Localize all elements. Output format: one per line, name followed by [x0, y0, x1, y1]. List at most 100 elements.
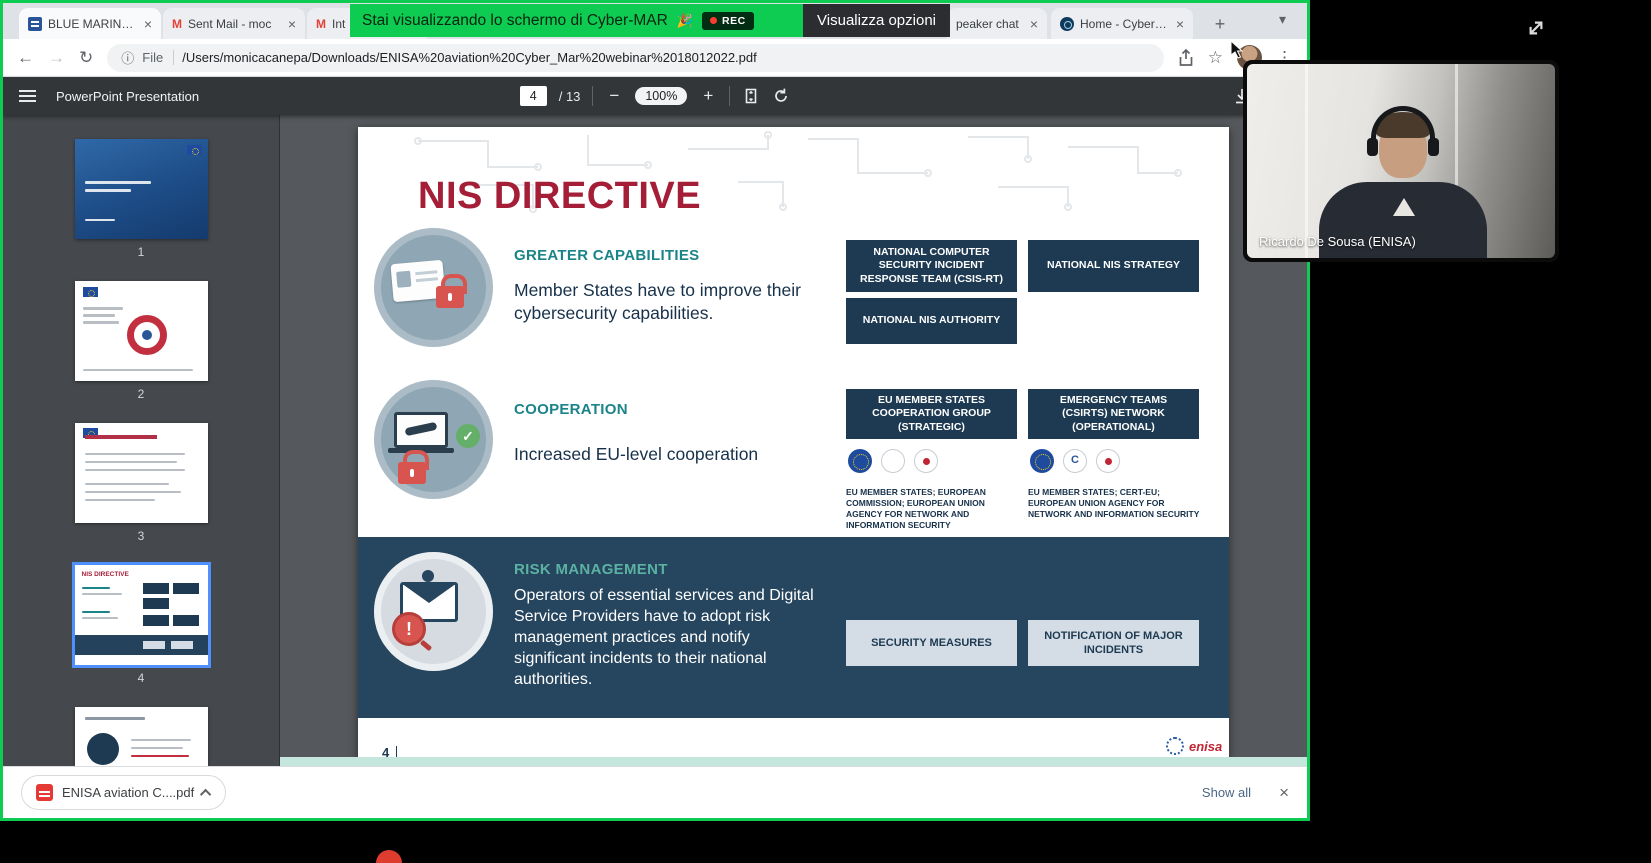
reload-button[interactable]: ↻ [79, 48, 93, 68]
id-card-lock-icon [374, 228, 493, 347]
forward-button[interactable]: → [48, 48, 65, 68]
rotate-button[interactable] [772, 87, 790, 105]
box-nis-strategy: NATIONAL NIS STRATEGY [1028, 240, 1199, 292]
browser-address-bar: ← → ↻ ⓘ File /Users/monicacanepa/Downloa… [3, 39, 1307, 77]
screen: BLUE MARINAS_ × M Sent Mail - moc × M In… [0, 0, 1651, 863]
pdf-page-viewer: NIS DIRECTIVE GREATER CAPABILITIES Membe… [280, 115, 1307, 766]
thumbnail-page-5[interactable] [75, 707, 208, 766]
thumbnail-page-2[interactable] [75, 281, 208, 381]
webcam-tile[interactable]: Ricardo De Sousa (ENISA) [1243, 60, 1559, 262]
thumbnail-number: 1 [138, 245, 145, 259]
gmail-favicon-icon: M [316, 17, 326, 31]
document-favicon-icon [28, 17, 42, 31]
eu-flag-logo [848, 449, 872, 473]
close-downloads-bar-icon[interactable]: × [1279, 783, 1289, 803]
view-options-button[interactable]: Visualizza opzioni [803, 4, 950, 37]
thumbnail-item: 2 [75, 281, 208, 401]
screen-share-banner-text: Stai visualizzando lo schermo di Cyber-M… [362, 12, 668, 30]
pdf-file-icon [36, 784, 53, 801]
tab-label: Sent Mail - moc [188, 17, 282, 31]
thumbnail-page-1[interactable] [75, 139, 208, 239]
page-info-icon[interactable]: ⓘ [121, 48, 134, 67]
chevron-up-icon[interactable] [200, 788, 211, 799]
box-nis-authority: NATIONAL NIS AUTHORITY [846, 298, 1017, 344]
headphones-icon [1371, 106, 1435, 140]
pdf-viewer-body: 1 2 [3, 115, 1307, 766]
circular-diagram-mini [127, 315, 167, 355]
viewer-scroll-strip[interactable] [280, 757, 1307, 766]
screen-share-banner: Stai visualizzando lo schermo di Cyber-M… [350, 4, 950, 37]
zoom-in-button[interactable]: + [699, 86, 717, 106]
fit-page-button[interactable] [742, 87, 760, 105]
section-body-risk: Operators of essential services and Digi… [514, 585, 824, 691]
cooperation-logos-right: C [1030, 449, 1120, 473]
envelope-magnifier-icon: ! [374, 552, 493, 671]
screen-share-banner-green: Stai visualizzando lo schermo di Cyber-M… [350, 4, 803, 37]
pdf-thumbnail-sidebar: 1 2 [3, 115, 280, 766]
diagram-circle-mini [87, 733, 119, 765]
section-body-cooperation: Increased EU-level cooperation [514, 443, 814, 466]
thumbnail-item: 3 [75, 423, 208, 543]
zoom-level[interactable]: 100% [635, 87, 687, 105]
tab-close-icon[interactable]: × [288, 17, 296, 31]
thumbnail-page-4-selected[interactable]: NIS DIRECTIVE [75, 565, 208, 665]
eu-flag-mini-icon [83, 287, 98, 297]
gmail-favicon-icon: M [172, 17, 182, 31]
enisa-logo [1096, 449, 1120, 473]
tab-label: BLUE MARINAS_ [48, 17, 138, 31]
tab-search-chevron-icon[interactable]: ▾ [1279, 11, 1286, 28]
box-notification-incidents: NOTIFICATION OF MAJOR INCIDENTS [1028, 620, 1199, 666]
caption-csirts-network: EU MEMBER STATES; CERT-EU; EUROPEAN UNIO… [1028, 487, 1202, 520]
presenter-emoji: 🎉 [677, 13, 693, 29]
tab-label: peaker chat [956, 17, 1024, 31]
box-csirts-network: EMERGENCY TEAMS (CSIRTS) NETWORK (OPERAT… [1028, 389, 1199, 439]
recording-label: REC [722, 15, 746, 27]
section-body-capabilities: Member States have to improve their cybe… [514, 279, 814, 325]
recording-badge: REC [702, 12, 754, 30]
section-heading-cooperation: COOPERATION [514, 401, 628, 418]
page-count-label: / 13 [559, 89, 581, 104]
downloads-bar: ENISA aviation C....pdf Show all × [3, 766, 1307, 818]
url-field[interactable]: ⓘ File /Users/monicacanepa/Downloads/ENI… [107, 44, 1164, 72]
new-tab-button[interactable]: + [1207, 11, 1233, 37]
expand-tile-icon[interactable] [1522, 14, 1550, 42]
check-icon: ✓ [456, 424, 480, 448]
toolbar-divider [729, 86, 730, 106]
shared-screen-window: BLUE MARINAS_ × M Sent Mail - moc × M In… [0, 0, 1310, 821]
tab-close-icon[interactable]: × [1030, 17, 1038, 31]
eu-flag-mini-icon [187, 145, 202, 155]
back-button[interactable]: ← [17, 48, 34, 68]
bookmark-star-icon[interactable]: ☆ [1208, 48, 1223, 68]
page-number-input[interactable]: 4 [520, 86, 547, 106]
section-heading-risk: RISK MANAGEMENT [514, 561, 668, 578]
tab-speaker-chat[interactable]: peaker chat × [947, 8, 1047, 39]
thumbnail-number: 2 [138, 387, 145, 401]
meeting-control-peek[interactable] [376, 850, 402, 863]
european-commission-logo [881, 449, 905, 473]
toolbar-divider [592, 86, 593, 106]
tab-sent-mail[interactable]: M Sent Mail - moc × [163, 8, 305, 39]
tab-close-icon[interactable]: × [1176, 17, 1184, 31]
tab-close-icon[interactable]: × [144, 17, 152, 31]
caption-cooperation-group: EU MEMBER STATES; EUROPEAN COMMISSION; E… [846, 487, 1020, 531]
thumbnail-number: 4 [138, 671, 145, 685]
share-icon[interactable] [1178, 49, 1194, 67]
pdf-menu-icon[interactable] [19, 90, 36, 102]
cert-eu-logo: C [1063, 449, 1087, 473]
box-csirt: NATIONAL COMPUTER SECURITY INCIDENT RESP… [846, 240, 1017, 292]
zoom-out-button[interactable]: − [605, 86, 623, 106]
tab-home-cybermar[interactable]: Home - CyberMA × [1051, 8, 1193, 39]
slide-page-4: NIS DIRECTIVE GREATER CAPABILITIES Membe… [358, 127, 1229, 766]
thumbnail-slide-title: NIS DIRECTIVE [82, 571, 129, 578]
cooperation-logos-left [848, 449, 938, 473]
box-cooperation-group: EU MEMBER STATES COOPERATION GROUP (STRA… [846, 389, 1017, 439]
tab-blue-marinas[interactable]: BLUE MARINAS_ × [19, 8, 161, 39]
recording-dot-icon [710, 17, 717, 24]
thumbnail-page-3[interactable] [75, 423, 208, 523]
mouse-cursor [1230, 40, 1246, 60]
thumbnail-item: 1 [75, 139, 208, 259]
downloaded-file-chip[interactable]: ENISA aviation C....pdf [21, 775, 226, 810]
participant-name-label: Ricardo De Sousa (ENISA) [1259, 234, 1416, 249]
show-all-downloads-button[interactable]: Show all [1202, 785, 1251, 800]
section-heading-capabilities: GREATER CAPABILITIES [514, 247, 699, 264]
